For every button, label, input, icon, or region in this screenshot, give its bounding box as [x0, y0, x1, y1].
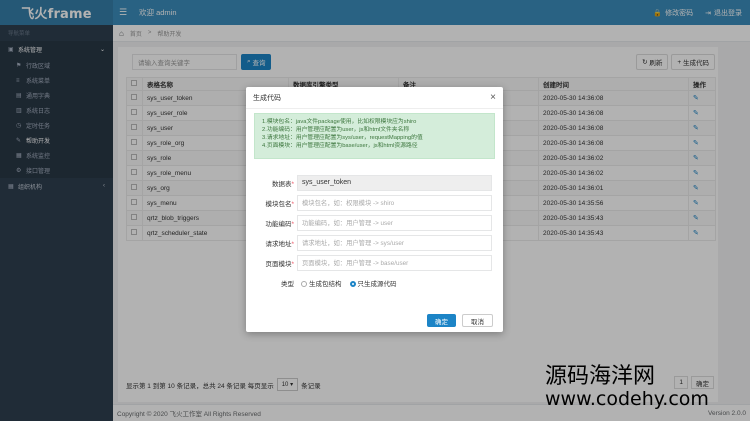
generate-code-dialog: 生成代码 × 1.模块包名：java文件package使用，比如权限模块应为sh…: [246, 87, 503, 332]
watermark-url: www.codehy.com: [545, 388, 709, 410]
function-code-input[interactable]: 功能编码，如：用户管理 -> user: [297, 214, 492, 231]
package-name-input[interactable]: 模块包名，如：权限模块 -> shiro: [297, 194, 492, 211]
table-name-field: sys_user_token: [297, 174, 492, 191]
request-url-input[interactable]: 请求地址，如：用户管理 -> sys/user: [297, 234, 492, 251]
radio-source-only[interactable]: 只生成源代码: [349, 278, 397, 288]
close-icon[interactable]: ×: [490, 92, 496, 103]
confirm-button[interactable]: 确定: [427, 314, 456, 327]
radio-package-structure[interactable]: 生成包结构: [301, 278, 342, 288]
cancel-button[interactable]: 取消: [462, 314, 493, 327]
dialog-title: 生成代码: [253, 94, 281, 102]
type-label: 类型: [281, 280, 294, 288]
info-tip: 1.模块包名：java文件package使用，比如权限模块应为shiro 2.功…: [254, 113, 495, 159]
generate-form: 数据表* sys_user_token 模块包名* 模块包名，如：权限模块 ->…: [246, 173, 503, 293]
page-module-input[interactable]: 页面模块，如：用户管理 -> base/user: [297, 254, 492, 271]
watermark-title: 源码海洋网: [545, 364, 656, 389]
